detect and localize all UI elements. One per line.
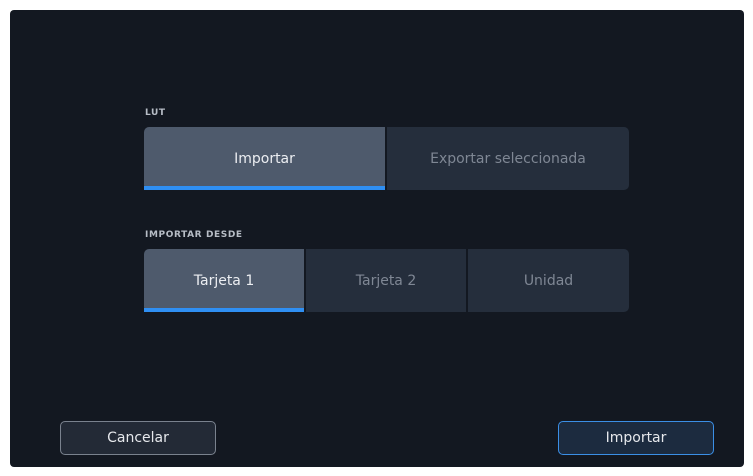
- import-source-selector: Tarjeta 1 Tarjeta 2 Unidad: [144, 249, 629, 312]
- lut-action-selector: Importar Exportar seleccionada: [144, 127, 629, 190]
- lut-import-option[interactable]: Importar: [144, 127, 385, 190]
- source-card-2-option[interactable]: Tarjeta 2: [306, 249, 466, 312]
- import-from-section-label: IMPORTAR DESDE: [145, 230, 243, 240]
- lut-section-label: LUT: [145, 108, 166, 118]
- lut-export-selected-option[interactable]: Exportar seleccionada: [387, 127, 629, 190]
- lut-dialog: LUT Importar Exportar seleccionada IMPOR…: [10, 10, 744, 467]
- cancel-button[interactable]: Cancelar: [60, 421, 216, 455]
- source-drive-option[interactable]: Unidad: [468, 249, 629, 312]
- source-card-1-option[interactable]: Tarjeta 1: [144, 249, 304, 312]
- import-button[interactable]: Importar: [558, 421, 714, 455]
